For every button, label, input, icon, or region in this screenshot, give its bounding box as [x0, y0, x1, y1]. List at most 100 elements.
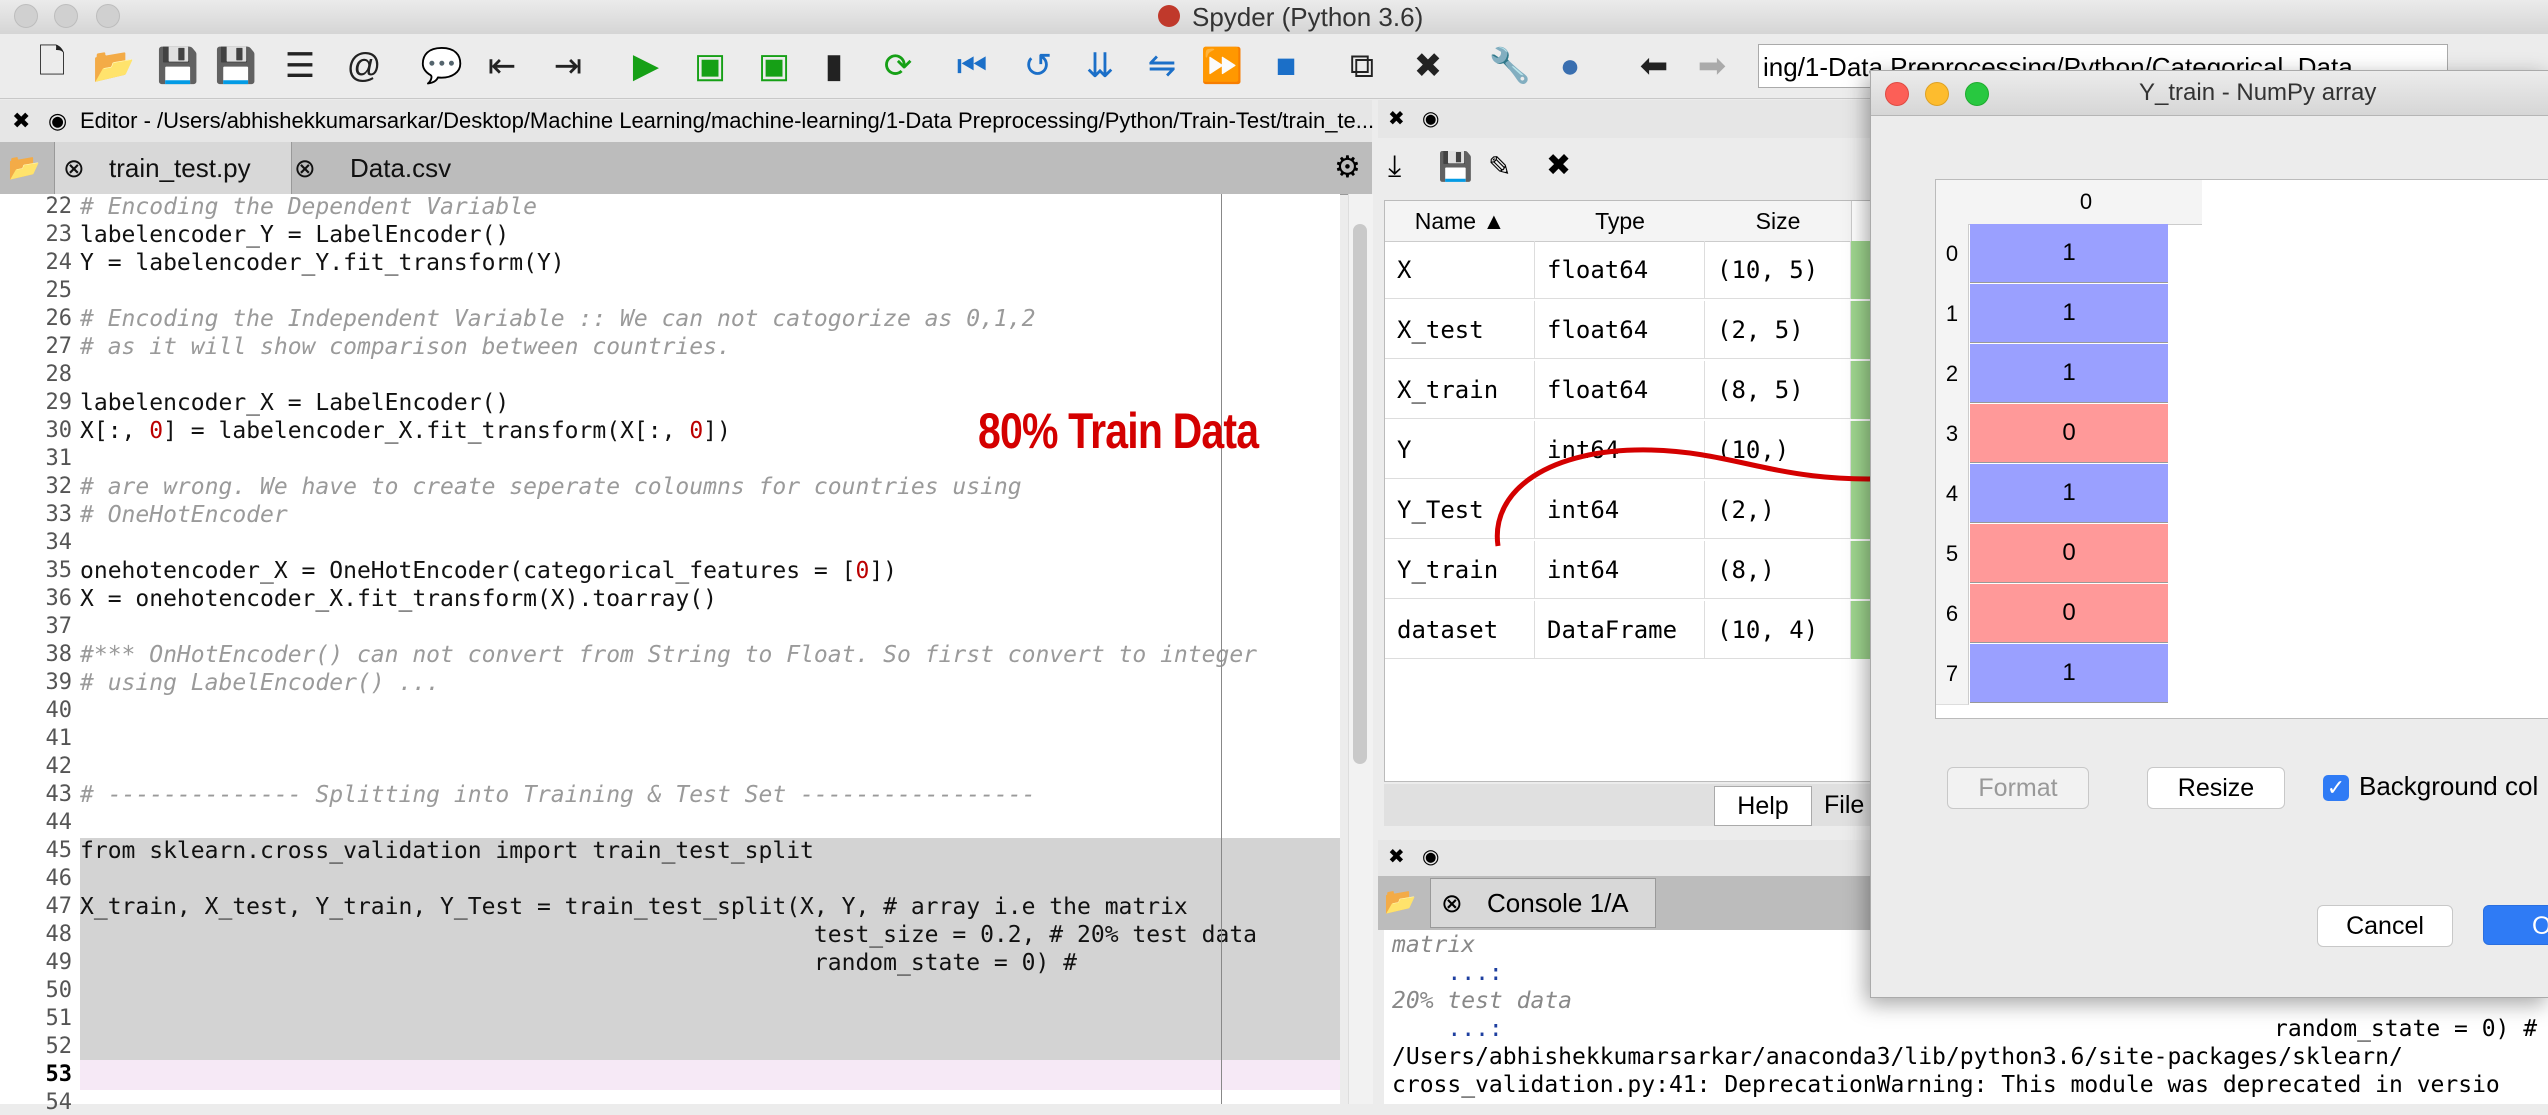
open-folder-icon[interactable]: 📂	[92, 44, 136, 88]
code-line[interactable]: X[:, 0] = labelencoder_X.fit_transform(X…	[80, 418, 731, 444]
code-line[interactable]: # are wrong. We have to create seperate …	[80, 474, 1022, 500]
line-number: 27	[45, 334, 73, 359]
code-line[interactable]: onehotencoder_X = OneHotEncoder(categori…	[80, 558, 897, 584]
zoom-window-button[interactable]	[96, 4, 120, 28]
browse-tabs-icon[interactable]: 📂	[8, 152, 40, 183]
row-index: 5	[1936, 524, 1969, 585]
array-cell[interactable]: 0	[1970, 584, 2168, 643]
list-icon[interactable]: ☰	[278, 44, 322, 88]
minimize-window-button[interactable]	[54, 4, 78, 28]
code-line[interactable]: X_train, X_test, Y_train, Y_Test = train…	[80, 894, 1188, 920]
array-cell[interactable]: 1	[1970, 464, 2168, 523]
tab-data-csv[interactable]: ⊗ Data.csv	[290, 142, 500, 194]
back-arrow-icon[interactable]: ⬅	[1632, 44, 1676, 88]
zoom-dialog-button[interactable]	[1965, 82, 1989, 106]
array-table[interactable]: 0 0111213041506071	[1935, 179, 2548, 719]
code-line[interactable]: # as it will show comparison between cou…	[80, 334, 731, 360]
console-line: matrix	[1392, 932, 1476, 958]
save-as-icon[interactable]: ✎	[1488, 150, 1511, 183]
run-cell-icon[interactable]: ▣	[688, 44, 732, 88]
cancel-button[interactable]: Cancel	[2317, 905, 2453, 947]
editor-path: Editor - /Users/abhishekkumarsarkar/Desk…	[80, 108, 1375, 133]
code-line[interactable]: test_size = 0.2, # 20% test data	[80, 922, 1257, 948]
python-path-icon[interactable]: ●	[1548, 44, 1592, 88]
debug-icon[interactable]: ⏮	[950, 44, 994, 88]
preferences-wrench-icon[interactable]: 🔧	[1488, 44, 1532, 88]
close-tab-icon[interactable]: ⊗	[294, 142, 316, 194]
code-line[interactable]: # Encoding the Dependent Variable	[80, 194, 537, 220]
maximize-pane-icon[interactable]: ⧉	[1340, 44, 1384, 88]
code-line[interactable]: random_state = 0) #	[80, 950, 1077, 976]
editor-scrollbar[interactable]	[1348, 194, 1373, 1104]
array-cell[interactable]: 1	[1970, 224, 2168, 283]
column-header-size[interactable]: Size	[1705, 201, 1852, 242]
run-icon[interactable]: ▶	[624, 44, 668, 88]
new-file-icon[interactable]: 🗋	[30, 43, 74, 88]
code-line[interactable]: #*** OnHotEncoder() can not convert from…	[80, 642, 1257, 668]
minimize-dialog-button[interactable]	[1925, 82, 1949, 106]
line-number: 48	[45, 922, 73, 947]
variable-size: (10, 4)	[1705, 601, 1851, 659]
close-pane-icon[interactable]: ✖	[12, 100, 30, 142]
code-line[interactable]: from sklearn.cross_validation import tra…	[80, 838, 814, 864]
indent-icon[interactable]: ⇥	[546, 44, 590, 88]
fullscreen-icon[interactable]: ✖	[1406, 44, 1450, 88]
close-tab-icon[interactable]: ⊗	[63, 142, 85, 194]
tab-train-test[interactable]: ⊗ train_test.py	[54, 142, 292, 194]
forward-arrow-icon[interactable]: ➡	[1690, 44, 1734, 88]
array-cell[interactable]: 1	[1970, 644, 2168, 703]
array-cell[interactable]: 1	[1970, 344, 2168, 403]
close-tab-icon[interactable]: ⊗	[1441, 879, 1463, 927]
comment-icon[interactable]: 💬	[420, 44, 464, 88]
undock-pane-icon[interactable]: ◉	[48, 100, 67, 142]
code-line[interactable]: labelencoder_Y = LabelEncoder()	[80, 222, 509, 248]
save-icon[interactable]: 💾	[156, 44, 200, 88]
code-line[interactable]: # -------------- Splitting into Training…	[80, 782, 1035, 808]
step-into-icon[interactable]: ⇊	[1078, 44, 1122, 88]
step-icon[interactable]: ↺	[1016, 44, 1060, 88]
code-line[interactable]: X = onehotencoder_X.fit_transform(X).toa…	[80, 586, 717, 612]
close-pane-icon[interactable]: ✖	[1388, 106, 1405, 131]
at-icon[interactable]: @	[342, 44, 386, 88]
stop-debug-icon[interactable]: ■	[1264, 44, 1308, 88]
browse-tabs-icon[interactable]: 📂	[1384, 886, 1416, 917]
variable-type: float64	[1535, 361, 1705, 419]
code-line[interactable]: labelencoder_X = LabelEncoder()	[80, 390, 509, 416]
rerun-icon[interactable]: ⟳	[876, 44, 920, 88]
tab-help[interactable]: Help	[1714, 786, 1812, 826]
run-cell-advance-icon[interactable]: ▣	[752, 44, 796, 88]
close-dialog-button[interactable]	[1885, 82, 1909, 106]
unindent-icon[interactable]: ⇤	[480, 44, 524, 88]
resize-button[interactable]: Resize	[2147, 767, 2285, 809]
column-header-name[interactable]: Name ▲	[1385, 201, 1536, 242]
run-selection-icon[interactable]: ▮	[812, 44, 856, 88]
code-lines[interactable]: 22 # Encoding the Dependent Variable 23 lab…	[0, 194, 1340, 1115]
array-cell[interactable]: 1	[1970, 284, 2168, 343]
array-cell[interactable]: 0	[1970, 404, 2168, 463]
format-button[interactable]: Format	[1947, 767, 2089, 809]
column-header[interactable]: 0	[1970, 180, 2202, 225]
close-pane-icon[interactable]: ✖	[1388, 844, 1405, 869]
scrollbar-thumb[interactable]	[1353, 224, 1367, 764]
close-window-button[interactable]	[14, 4, 38, 28]
tab-console[interactable]: ⊗ Console 1/A	[1430, 878, 1656, 928]
import-data-icon[interactable]: ⤓	[1388, 150, 1401, 184]
line-number: 32	[45, 474, 73, 499]
continue-icon[interactable]: ⏩	[1200, 44, 1244, 88]
background-color-checkbox[interactable]: ✓	[2323, 775, 2349, 801]
ok-button[interactable]: OK	[2483, 905, 2548, 945]
undock-pane-icon[interactable]: ◉	[1422, 844, 1439, 869]
code-line[interactable]: # OneHotEncoder	[80, 502, 288, 528]
save-data-icon[interactable]: 💾	[1438, 150, 1473, 183]
code-line[interactable]: # Encoding the Independent Variable :: W…	[80, 306, 1035, 332]
save-all-icon[interactable]: 💾	[214, 44, 258, 88]
column-header-type[interactable]: Type	[1535, 201, 1706, 242]
remove-all-icon[interactable]: ✖	[1546, 148, 1571, 183]
gear-icon[interactable]: ⚙	[1334, 150, 1361, 185]
code-line[interactable]: Y = labelencoder_Y.fit_transform(Y)	[80, 250, 565, 276]
row-index: 3	[1936, 404, 1969, 465]
step-return-icon[interactable]: ⇋	[1140, 44, 1184, 88]
code-line[interactable]: # using LabelEncoder() ...	[80, 670, 440, 696]
array-cell[interactable]: 0	[1970, 524, 2168, 583]
undock-pane-icon[interactable]: ◉	[1422, 106, 1439, 131]
